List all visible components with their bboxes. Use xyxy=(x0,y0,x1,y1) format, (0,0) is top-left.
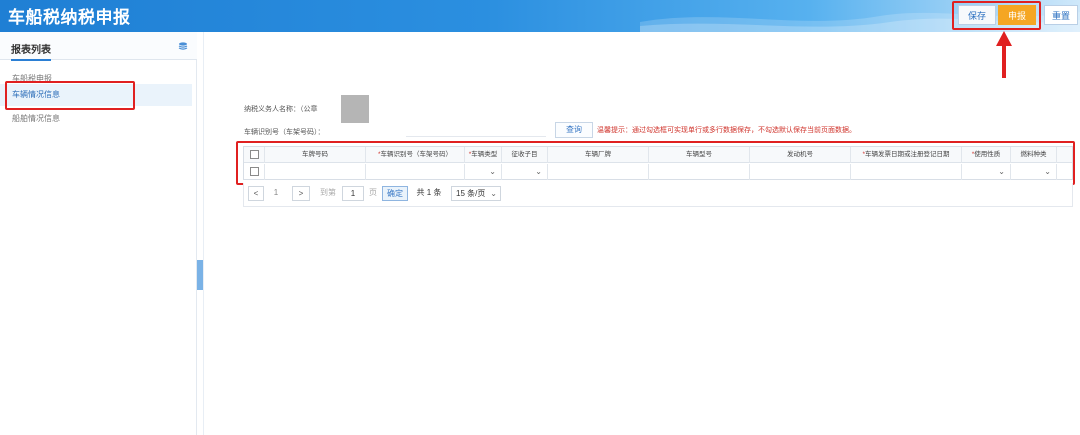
query-button[interactable]: 查询 xyxy=(555,122,593,138)
next-page-button[interactable]: > xyxy=(292,186,310,201)
warm-tip-text: 温馨提示：通过勾选框可实现单行或多行数据保存，不勾选默认保存当前页面数据。 xyxy=(597,127,856,134)
main-divider xyxy=(203,32,204,435)
vin-label: 车辆识别号（车架号码）： xyxy=(244,129,325,136)
goto-label: 到第 xyxy=(320,188,336,197)
confirm-page-button[interactable]: 确定 xyxy=(382,186,408,201)
highlight-box-table xyxy=(236,141,1075,185)
vin-search-input[interactable] xyxy=(406,121,546,137)
sidebar-title: 报表列表 xyxy=(11,41,51,61)
chevron-down-icon: ⌄ xyxy=(490,189,497,198)
page-suffix: 页 xyxy=(369,188,377,197)
top-header: 车船税纳税申报 保存 申报 重置 xyxy=(0,0,1080,32)
page-input[interactable]: 1 xyxy=(342,186,364,201)
company-seal-image xyxy=(341,95,369,123)
page-number[interactable]: 1 xyxy=(270,186,282,201)
sidebar-header: 报表列表 xyxy=(0,32,197,61)
red-arrow-annotation xyxy=(996,31,1012,78)
reset-button[interactable]: 重置 xyxy=(1044,5,1078,25)
page-title: 车船税纳税申报 xyxy=(8,8,131,27)
highlight-box-sidebar xyxy=(5,81,135,110)
taxpayer-name-label: 纳税义务人名称：（公章 xyxy=(244,106,318,113)
prev-page-button[interactable]: < xyxy=(248,186,264,201)
page-size-select[interactable]: 15 条/页 ⌄ xyxy=(451,186,501,201)
sidebar-item-vessel-info[interactable]: 船舶情况信息 xyxy=(0,108,192,130)
total-count: 共 1 条 xyxy=(416,188,442,197)
highlight-box-actions xyxy=(952,1,1041,30)
layers-icon[interactable] xyxy=(178,41,188,51)
pagination-bar: < 1 > 到第 1 页 确定 共 1 条 15 条/页 ⌄ xyxy=(243,183,1073,207)
